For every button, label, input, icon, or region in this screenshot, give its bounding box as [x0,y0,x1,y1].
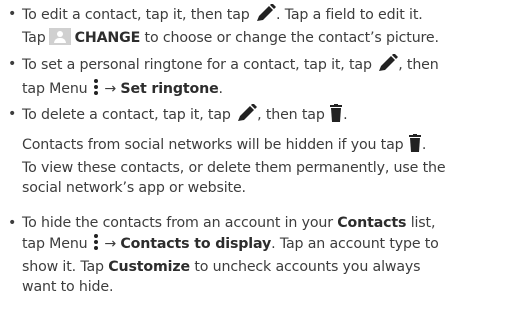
line: Contacts from social networks will be hi… [22,134,502,158]
contact-photo-icon [48,28,71,45]
text: , then tap [257,107,325,123]
text: To hide the contacts from an account in … [22,215,333,231]
line: To delete a contact, tap it, tap , then … [22,103,502,128]
arrow: → [104,81,117,97]
bullet: • [8,6,17,22]
list-item-ringtone: • To set a personal ringtone for a conta… [8,53,502,102]
line: To hide the contacts from an account in … [22,213,502,233]
line: tap Menu → Set ringtone. [22,78,502,102]
trash-icon [408,134,422,158]
text: . Tap an account type to [271,236,439,252]
trash-icon [329,104,343,128]
text: list, [410,215,436,231]
bullet: • [8,215,17,231]
text: To set a personal ringtone for a contact… [22,57,372,73]
social-networks-note: Contacts from social networks will be hi… [22,134,502,198]
text: Contacts from social networks will be hi… [22,137,404,153]
menu-icon [92,233,100,257]
bullet: • [8,56,17,72]
set-ringtone-label: Set ringtone [120,81,219,97]
line: show it. Tap Customize to uncheck accoun… [22,257,502,277]
text: . Tap a field to edit it. [275,7,423,23]
list-item-hide-contacts: • To hide the contacts from an account i… [8,213,502,297]
contacts-label: Contacts [337,215,407,231]
text: To edit a contact, tap it, then tap [22,7,250,23]
text: tap Menu [22,81,88,97]
menu-icon [92,78,100,102]
line: To set a personal ringtone for a contact… [22,53,502,78]
text: tap Menu [22,236,88,252]
pencil-icon [376,53,399,78]
text: Tap [22,30,46,46]
text: . [218,81,224,97]
text: show it. Tap [22,259,104,275]
line: want to hide. [22,279,114,295]
text: , then [398,57,439,73]
text: to choose or change the contact’s pictur… [144,30,439,46]
help-page: • To edit a contact, tap it, then tap . … [0,0,505,321]
text: To delete a contact, tap it, tap [22,107,231,123]
customize-label: Customize [108,259,190,275]
text: . [421,137,427,153]
arrow: → [104,236,117,252]
list-item-edit-contact: • To edit a contact, tap it, then tap . … [8,3,502,48]
line: Tap CHANGE to choose or change the contac… [22,28,502,48]
line: tap Menu → Contacts to display. Tap an a… [22,233,502,257]
text: . [343,107,348,123]
pencil-icon [254,3,276,28]
bullet: • [8,106,17,122]
pencil-icon [235,103,258,128]
list-item-delete: • To delete a contact, tap it, tap , the… [8,103,502,128]
line: social network’s app or website. [22,180,246,196]
line: To view these contacts, or delete them p… [22,160,446,176]
line: To edit a contact, tap it, then tap . Ta… [22,3,502,28]
change-label: CHANGE [74,30,141,46]
contacts-to-display-label: Contacts to display [120,236,272,252]
text: to uncheck accounts you always [194,259,421,275]
